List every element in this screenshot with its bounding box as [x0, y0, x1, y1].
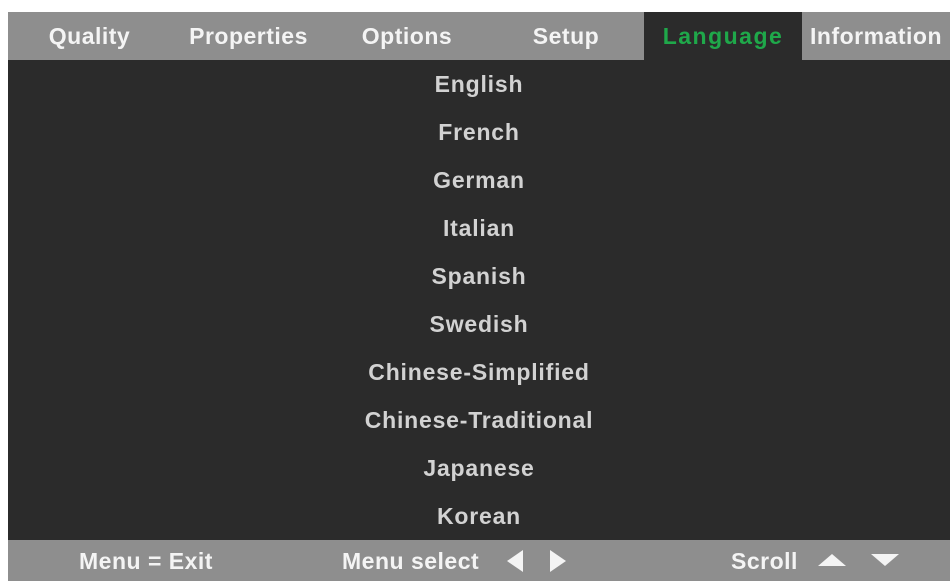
tab-setup[interactable]: Setup: [488, 12, 644, 60]
arrow-left-icon: [507, 550, 523, 572]
language-option-korean[interactable]: Korean: [8, 496, 950, 536]
tab-information[interactable]: Information: [802, 12, 950, 60]
scroll-hint: Scroll: [731, 548, 798, 574]
language-option-swedish[interactable]: Swedish: [8, 304, 950, 344]
arrow-down-icon: [871, 554, 899, 566]
menu-select-hint: Menu select: [342, 548, 480, 574]
tab-quality[interactable]: Quality: [8, 12, 171, 60]
language-option-german[interactable]: German: [8, 160, 950, 200]
tab-options[interactable]: Options: [326, 12, 488, 60]
language-option-spanish[interactable]: Spanish: [8, 256, 950, 296]
tab-bar: Quality Properties Options Setup Languag…: [8, 12, 950, 60]
osd-menu: Quality Properties Options Setup Languag…: [8, 12, 950, 581]
language-option-chinese-traditional[interactable]: Chinese-Traditional: [8, 400, 950, 440]
footer-hint-bar: Menu = Exit Menu select Scroll: [8, 540, 950, 581]
language-option-chinese-simplified[interactable]: Chinese-Simplified: [8, 352, 950, 392]
arrow-up-icon: [818, 554, 846, 566]
language-option-french[interactable]: French: [8, 112, 950, 152]
tab-properties[interactable]: Properties: [171, 12, 326, 60]
language-option-english[interactable]: English: [8, 64, 950, 104]
language-list: English French German Italian Spanish Sw…: [8, 60, 950, 540]
arrow-right-icon: [550, 550, 566, 572]
language-option-italian[interactable]: Italian: [8, 208, 950, 248]
exit-hint: Menu = Exit: [79, 548, 213, 574]
language-option-japanese[interactable]: Japanese: [8, 448, 950, 488]
tab-language[interactable]: Language: [644, 12, 802, 60]
